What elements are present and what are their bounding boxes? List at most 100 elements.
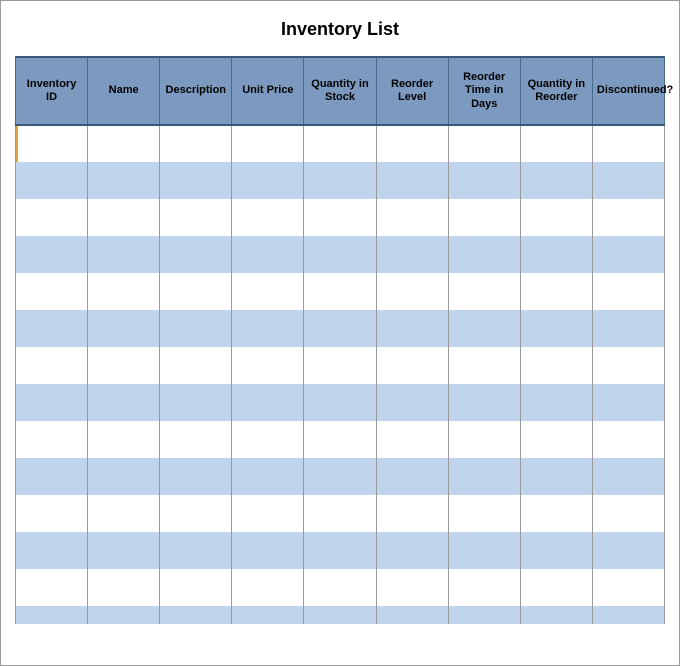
table-cell[interactable] <box>520 384 592 421</box>
table-cell[interactable] <box>448 273 520 310</box>
table-cell[interactable] <box>448 236 520 273</box>
table-cell[interactable] <box>304 458 376 495</box>
table-cell[interactable] <box>520 532 592 569</box>
table-cell[interactable] <box>376 236 448 273</box>
table-cell[interactable] <box>304 273 376 310</box>
table-cell[interactable] <box>88 384 160 421</box>
table-cell[interactable] <box>592 606 664 624</box>
table-cell[interactable] <box>448 532 520 569</box>
table-cell[interactable] <box>376 569 448 606</box>
table-cell[interactable] <box>232 236 304 273</box>
table-cell[interactable] <box>592 458 664 495</box>
table-cell[interactable] <box>88 532 160 569</box>
table-cell[interactable] <box>448 310 520 347</box>
table-cell[interactable] <box>16 532 88 569</box>
table-cell[interactable] <box>592 199 664 236</box>
table-cell[interactable] <box>376 384 448 421</box>
table-cell[interactable] <box>304 236 376 273</box>
table-cell[interactable] <box>376 421 448 458</box>
table-cell[interactable] <box>448 162 520 199</box>
table-cell[interactable] <box>232 162 304 199</box>
table-cell[interactable] <box>16 236 88 273</box>
table-cell[interactable] <box>304 495 376 532</box>
table-cell[interactable] <box>304 347 376 384</box>
table-cell[interactable] <box>304 421 376 458</box>
table-cell[interactable] <box>88 458 160 495</box>
table-cell[interactable] <box>160 569 232 606</box>
table-cell[interactable] <box>88 236 160 273</box>
table-cell[interactable] <box>520 125 592 162</box>
table-cell[interactable] <box>160 199 232 236</box>
table-cell[interactable] <box>88 606 160 624</box>
table-cell[interactable] <box>88 421 160 458</box>
table-cell[interactable] <box>304 532 376 569</box>
table-cell[interactable] <box>160 606 232 624</box>
table-cell[interactable] <box>88 273 160 310</box>
table-cell[interactable] <box>448 421 520 458</box>
table-cell[interactable] <box>16 310 88 347</box>
table-cell[interactable] <box>304 199 376 236</box>
table-cell[interactable] <box>592 384 664 421</box>
table-cell[interactable] <box>592 532 664 569</box>
table-cell[interactable] <box>304 162 376 199</box>
table-cell[interactable] <box>304 125 376 162</box>
table-cell[interactable] <box>160 495 232 532</box>
table-cell[interactable] <box>160 310 232 347</box>
table-cell[interactable] <box>16 347 88 384</box>
table-cell[interactable] <box>88 569 160 606</box>
table-cell[interactable] <box>232 273 304 310</box>
table-cell[interactable] <box>232 569 304 606</box>
table-cell[interactable] <box>16 162 88 199</box>
table-cell[interactable] <box>592 347 664 384</box>
table-cell[interactable] <box>448 569 520 606</box>
table-cell[interactable] <box>16 421 88 458</box>
table-cell[interactable] <box>520 162 592 199</box>
table-cell[interactable] <box>448 125 520 162</box>
table-cell[interactable] <box>16 273 88 310</box>
table-cell[interactable] <box>376 606 448 624</box>
table-cell[interactable] <box>592 569 664 606</box>
table-cell[interactable] <box>592 236 664 273</box>
table-cell[interactable] <box>232 495 304 532</box>
table-cell[interactable] <box>376 310 448 347</box>
table-cell[interactable] <box>16 199 88 236</box>
table-cell[interactable] <box>232 421 304 458</box>
table-cell[interactable] <box>376 273 448 310</box>
table-cell[interactable] <box>592 162 664 199</box>
table-cell[interactable] <box>520 606 592 624</box>
table-cell[interactable] <box>448 458 520 495</box>
table-cell[interactable] <box>16 458 88 495</box>
table-cell[interactable] <box>160 532 232 569</box>
table-cell[interactable] <box>88 162 160 199</box>
table-cell[interactable] <box>592 310 664 347</box>
table-cell[interactable] <box>232 347 304 384</box>
table-cell[interactable] <box>592 125 664 162</box>
table-cell[interactable] <box>160 347 232 384</box>
table-cell[interactable] <box>520 347 592 384</box>
table-cell[interactable] <box>520 458 592 495</box>
table-cell[interactable] <box>160 162 232 199</box>
table-cell[interactable] <box>448 606 520 624</box>
table-cell[interactable] <box>88 199 160 236</box>
table-cell[interactable] <box>520 273 592 310</box>
table-cell[interactable] <box>520 421 592 458</box>
table-cell[interactable] <box>376 347 448 384</box>
table-cell[interactable] <box>520 310 592 347</box>
table-cell[interactable] <box>232 310 304 347</box>
table-cell[interactable] <box>88 495 160 532</box>
table-cell[interactable] <box>376 495 448 532</box>
table-cell[interactable] <box>304 569 376 606</box>
table-cell[interactable] <box>304 384 376 421</box>
table-cell[interactable] <box>448 495 520 532</box>
table-cell[interactable] <box>16 125 88 162</box>
table-cell[interactable] <box>88 347 160 384</box>
table-cell[interactable] <box>16 495 88 532</box>
table-cell[interactable] <box>16 384 88 421</box>
table-cell[interactable] <box>304 310 376 347</box>
table-cell[interactable] <box>448 199 520 236</box>
table-cell[interactable] <box>448 347 520 384</box>
table-cell[interactable] <box>16 606 88 624</box>
table-cell[interactable] <box>376 532 448 569</box>
table-cell[interactable] <box>520 236 592 273</box>
table-cell[interactable] <box>232 384 304 421</box>
